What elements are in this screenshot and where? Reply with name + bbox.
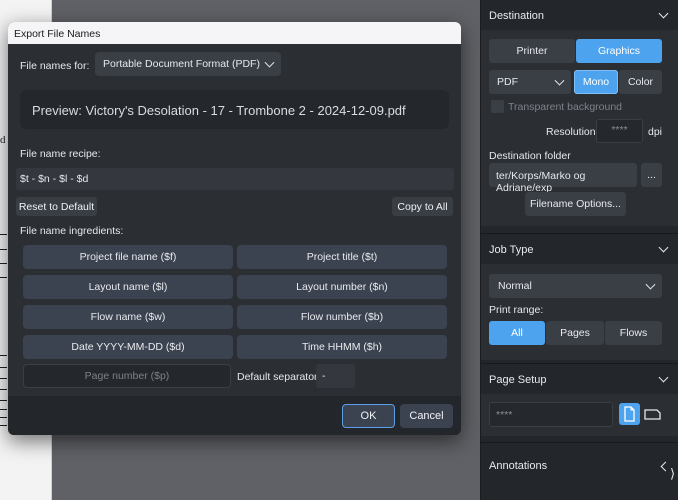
portrait-page-icon	[624, 406, 635, 422]
format-value: PDF	[497, 76, 518, 88]
file-names-for-select[interactable]: Portable Document Format (PDF)	[95, 52, 281, 76]
page-setup-section-header[interactable]: Page Setup	[481, 364, 678, 394]
staff-lines	[0, 234, 7, 278]
reset-to-default-button[interactable]: Reset to Default	[16, 197, 97, 216]
print-range-label: Print range:	[489, 304, 544, 316]
copy-to-all-button[interactable]: Copy to All	[392, 197, 453, 216]
export-file-names-dialog: Export File Names File names for: Portab…	[8, 22, 461, 435]
chevron-down-icon	[645, 279, 656, 290]
chevron-down-icon	[554, 75, 565, 86]
paper-size-input[interactable]: ****	[489, 402, 613, 427]
destination-section-body: Printer Graphics PDF Mono Color Transpar…	[481, 30, 678, 226]
portrait-orientation-button[interactable]	[619, 403, 640, 425]
file-names-for-value: Portable Document Format (PDF)	[103, 58, 260, 70]
destination-folder-input[interactable]: ter/Korps/Marko og Adriane/exp	[489, 163, 637, 194]
dialog-title: Export File Names	[8, 22, 461, 44]
printer-button[interactable]: Printer	[489, 39, 575, 63]
resolution-unit: dpi	[648, 126, 663, 138]
ingredient-project-file-name-button[interactable]: Project file name ($f)	[23, 245, 233, 269]
section-divider	[481, 442, 678, 443]
destination-folder-label: Destination folder	[489, 150, 571, 162]
transparent-background-checkbox[interactable]	[491, 100, 504, 113]
mono-button[interactable]: Mono	[574, 70, 618, 94]
chevron-down-icon	[264, 57, 275, 68]
chevron-down-icon	[658, 372, 669, 383]
print-range-flows-button[interactable]: Flows	[605, 321, 662, 345]
recipe-input[interactable]: $t - $n - $l - $d	[16, 168, 454, 190]
job-type-title: Job Type	[489, 244, 534, 256]
landscape-page-icon	[644, 409, 661, 420]
ingredient-flow-name-button[interactable]: Flow name ($w)	[23, 305, 233, 329]
job-type-value: Normal	[498, 280, 532, 292]
chevron-left-icon	[660, 461, 671, 472]
graphics-button[interactable]: Graphics	[576, 39, 662, 63]
recipe-label: File name recipe:	[20, 148, 101, 160]
destination-section-header[interactable]: Destination	[481, 0, 678, 30]
chevron-down-icon	[658, 242, 669, 253]
job-type-section-header[interactable]: Job Type	[481, 234, 678, 264]
page-setup-title: Page Setup	[489, 374, 547, 386]
ingredient-page-number-button[interactable]: Page number ($p)	[23, 364, 231, 388]
default-separator-input[interactable]: -	[316, 364, 355, 388]
filename-options-button[interactable]: Filename Options...	[525, 192, 626, 216]
print-range-pages-button[interactable]: Pages	[546, 321, 604, 345]
ingredient-layout-number-button[interactable]: Layout number ($n)	[237, 275, 447, 299]
ingredient-layout-name-button[interactable]: Layout name ($l)	[23, 275, 233, 299]
file-names-for-label: File names for:	[20, 60, 90, 72]
format-select[interactable]: PDF	[489, 70, 571, 94]
job-type-select[interactable]: Normal	[489, 274, 662, 298]
landscape-orientation-button[interactable]	[642, 403, 663, 425]
annotations-title: Annotations	[489, 460, 548, 472]
staff-lines	[0, 400, 7, 426]
staff-lines	[0, 355, 7, 390]
resolution-input[interactable]: ****	[596, 119, 643, 143]
page-setup-section-body: ****	[481, 394, 678, 436]
ingredient-flow-number-button[interactable]: Flow number ($b)	[237, 305, 447, 329]
browse-folder-button[interactable]: ...	[641, 163, 662, 187]
ingredient-time-button[interactable]: Time HHMM ($h)	[237, 335, 447, 359]
default-separator-label: Default separator:	[237, 371, 321, 383]
score-text-fragment: d	[0, 134, 6, 146]
cancel-button[interactable]: Cancel	[400, 404, 453, 428]
resolution-label: Resolution	[546, 126, 596, 138]
ingredient-date-button[interactable]: Date YYYY-MM-DD ($d)	[23, 335, 233, 359]
filename-preview: Preview: Victory's Desolation - 17 - Tro…	[20, 90, 449, 129]
file-names-for-row: File names for:	[20, 55, 89, 77]
ingredient-project-title-button[interactable]: Project title ($t)	[237, 245, 447, 269]
print-panel: Destination Printer Graphics PDF Mono Co…	[480, 0, 678, 500]
job-type-section-body: Normal Print range: All Pages Flows	[481, 264, 678, 360]
print-range-all-button[interactable]: All	[489, 321, 545, 345]
ok-button[interactable]: OK	[342, 404, 395, 428]
annotations-section-header[interactable]: Annotations	[481, 450, 678, 480]
panel-collapse-icon[interactable]: ⟩	[670, 466, 675, 482]
transparent-background-label: Transparent background	[508, 101, 623, 113]
ingredients-label: File name ingredients:	[20, 225, 124, 237]
color-button[interactable]: Color	[619, 70, 662, 94]
destination-title: Destination	[489, 10, 545, 22]
chevron-down-icon	[658, 8, 669, 19]
